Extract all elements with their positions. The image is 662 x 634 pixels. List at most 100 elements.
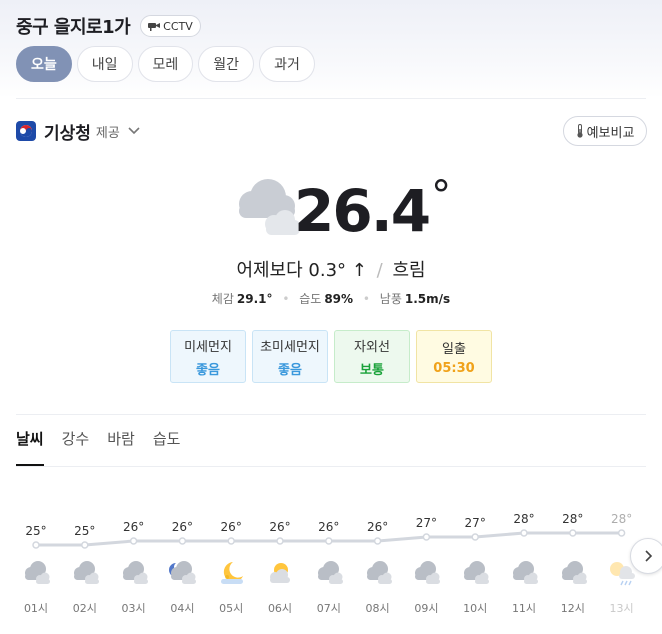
- cloudy-night-icon: [169, 561, 197, 584]
- hour-temp: 26°: [318, 520, 340, 534]
- cloudy-icon: [239, 179, 301, 235]
- hour-label: 02시: [72, 602, 97, 615]
- hour-label: 05시: [219, 602, 244, 615]
- tab-humidity[interactable]: 습도: [153, 428, 181, 466]
- next-hours-button[interactable]: [630, 538, 662, 574]
- tab-wind[interactable]: 바람: [107, 428, 135, 466]
- tab-today[interactable]: 오늘: [16, 46, 72, 82]
- hour-temp: 27°: [464, 516, 486, 530]
- forecast-compare-button[interactable]: 예보비교: [563, 116, 647, 146]
- location-header: 중구 을지로1가 CCTV: [16, 14, 201, 38]
- hour-label: 12시: [560, 602, 585, 615]
- temp-point: [32, 541, 40, 549]
- provider-name: 기상청: [44, 123, 91, 144]
- tab-precipitation[interactable]: 강수: [62, 428, 90, 466]
- cloudy-icon: [513, 561, 538, 584]
- moon-icon: [221, 562, 244, 584]
- temp-point: [422, 533, 431, 541]
- chevron-down-icon: [128, 127, 140, 135]
- hour-label: 11시: [511, 602, 537, 615]
- cloudy-icon: [366, 561, 392, 584]
- hour-label: 07시: [316, 602, 341, 615]
- temp-point: [325, 537, 333, 545]
- provider-suffix: 제공: [95, 125, 120, 141]
- humidity-value: 89%: [324, 292, 354, 306]
- compare-value: 0.3°: [308, 260, 347, 281]
- temp-point: [227, 537, 235, 545]
- cloudy-icon: [415, 561, 441, 584]
- tab-past[interactable]: 과거: [259, 46, 315, 82]
- cloudy-icon: [464, 561, 490, 584]
- wind-value: 1.5m/s: [404, 292, 451, 306]
- hourly-forecast[interactable]: 25° 01시 25° 02시 26° 03시 26° 04시 26° 05시 26° 06시 26° 0…: [0, 500, 662, 634]
- hour-temp: 26°: [269, 520, 291, 534]
- tab-label: 강수: [61, 430, 90, 448]
- tab-label: 모레: [152, 57, 179, 73]
- hour-temp: 26°: [122, 520, 145, 534]
- dot-separator: •: [362, 292, 370, 306]
- location-name: 중구 을지로1가: [16, 17, 131, 38]
- tab-label: 바람: [107, 430, 135, 448]
- tab-label: 습도: [152, 430, 181, 448]
- uv-index-chip[interactable]: 자외선 보통: [334, 330, 410, 383]
- temp-point: [373, 537, 382, 545]
- dot-separator: •: [282, 292, 290, 306]
- weather-details: 체감 29.1° • 습도 89% • 남풍 1.5m/s: [0, 290, 662, 307]
- weather-condition: 흐림: [392, 260, 426, 281]
- chip-label: 미세먼지: [184, 339, 232, 355]
- chip-value: 좋음: [196, 362, 220, 378]
- tab-label: 월간: [213, 57, 240, 73]
- hour-temp: 28°: [562, 512, 584, 526]
- ultrafine-dust-chip[interactable]: 초미세먼지 좋음: [252, 330, 328, 383]
- provider-selector[interactable]: 기상청 제공: [16, 120, 141, 144]
- hour-label: 08시: [365, 602, 390, 615]
- hour-label: 10시: [463, 602, 488, 615]
- temp-point: [471, 533, 479, 541]
- temp-point: [520, 529, 528, 537]
- hour-label: 13시: [609, 602, 634, 615]
- hour-label: 01시: [23, 602, 49, 615]
- partly-sunny-icon: [270, 563, 290, 583]
- divider: [16, 466, 646, 467]
- hour-temp: 28°: [513, 512, 535, 526]
- weather-summary: 어제보다 0.3° ↑ / 흐림: [0, 256, 662, 282]
- hour-temp: 25°: [74, 524, 96, 538]
- hour-label: 03시: [121, 602, 146, 615]
- feels-like-value: 29.1°: [236, 292, 273, 306]
- tab-label: 내일: [91, 57, 118, 73]
- cloudy-icon: [561, 561, 587, 584]
- hour-temp: 27°: [415, 516, 438, 530]
- hour-label: 09시: [414, 602, 439, 615]
- up-arrow-icon: ↑: [351, 260, 367, 281]
- hour-label: 04시: [170, 602, 195, 615]
- cloudy-icon: [122, 561, 148, 584]
- temp-point: [129, 537, 138, 545]
- hour-temp: 26°: [171, 520, 194, 534]
- temp-point: [81, 541, 89, 549]
- cloudy-icon: [25, 561, 50, 584]
- chip-label: 자외선: [354, 339, 390, 355]
- chip-value: 보통: [360, 362, 384, 378]
- fine-dust-chip[interactable]: 미세먼지 좋음: [170, 330, 246, 383]
- degree-symbol: °: [431, 173, 451, 219]
- temp-point: [617, 529, 626, 537]
- sunrise-chip[interactable]: 일출 05:30: [416, 330, 492, 383]
- cloudy-icon: [317, 561, 343, 584]
- tab-monthly[interactable]: 월간: [198, 46, 255, 82]
- cctv-button[interactable]: CCTV: [140, 15, 201, 37]
- hour-temp: 26°: [220, 520, 242, 534]
- hour-temp: 28°: [610, 512, 633, 526]
- separator: /: [376, 260, 383, 281]
- tab-weather[interactable]: 날씨: [16, 428, 44, 466]
- temp-point: [569, 529, 577, 537]
- kma-logo-icon: [16, 121, 36, 141]
- tab-tomorrow[interactable]: 내일: [76, 46, 133, 82]
- chip-value: 05:30: [433, 360, 475, 376]
- wind-label: 남풍: [379, 292, 402, 306]
- cctv-label: CCTV: [163, 19, 193, 33]
- tab-day-after[interactable]: 모레: [137, 46, 194, 82]
- thermometer-icon: [576, 124, 583, 138]
- compare-text: 어제보다: [236, 260, 303, 281]
- forecast-sub-tabs: 날씨 강수 바람 습도: [16, 428, 198, 466]
- divider: [16, 98, 646, 99]
